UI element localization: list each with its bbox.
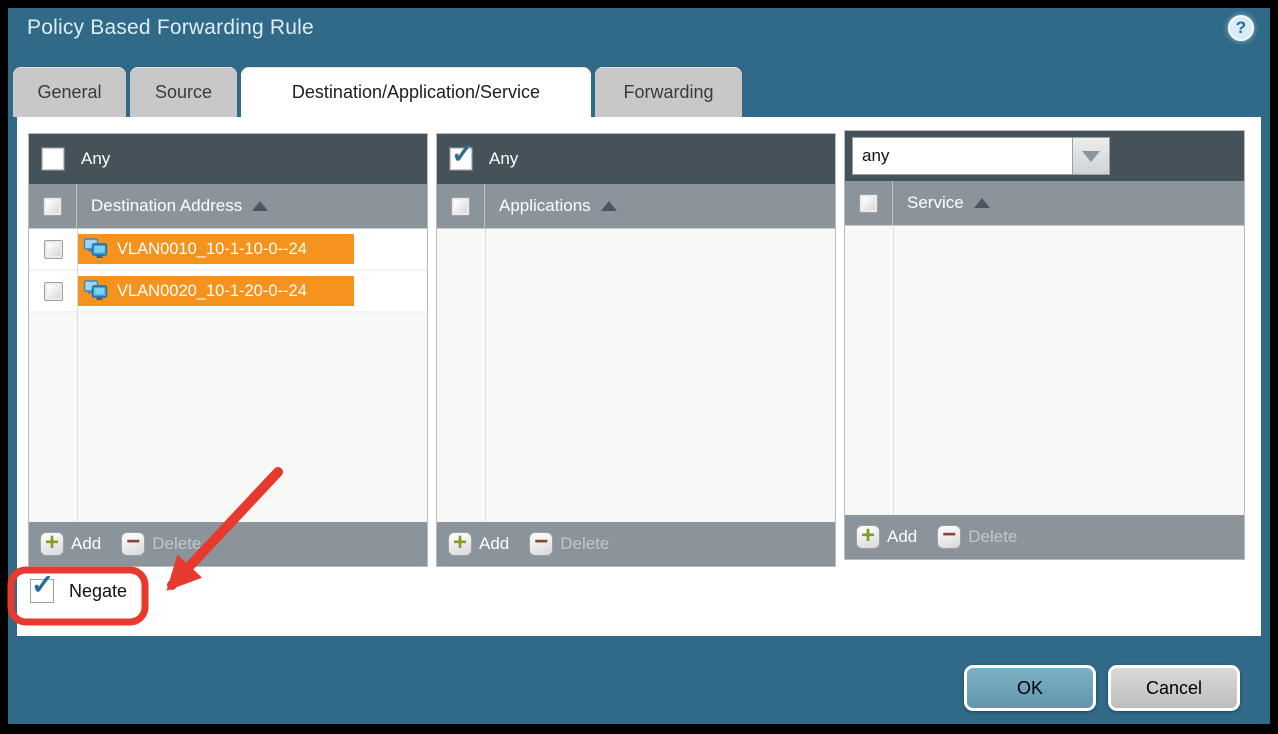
destination-column-label[interactable]: Destination Address xyxy=(91,196,242,216)
destination-toolbar: + Add − Delete xyxy=(29,522,427,566)
sort-ascending-icon[interactable] xyxy=(252,201,268,211)
cancel-button-label: Cancel xyxy=(1146,678,1202,699)
tab-forwarding-label: Forwarding xyxy=(623,82,713,103)
address-group-icon xyxy=(83,280,109,302)
help-icon-glyph: ? xyxy=(1236,18,1246,38)
add-button[interactable]: + Add xyxy=(448,532,509,556)
negate-option: ✓ Negate xyxy=(30,579,127,603)
tab-bar: General Source Destination/Application/S… xyxy=(13,67,742,117)
destination-any-checkbox[interactable]: ✓ xyxy=(42,148,64,170)
service-dropdown-input[interactable] xyxy=(852,137,1072,175)
service-column-header: Service xyxy=(845,181,1244,226)
applications-select-all-checkbox[interactable] xyxy=(451,197,470,216)
applications-panel: ✓ Any Applications + Add − Delete xyxy=(436,133,836,567)
address-object-label: VLAN0010_10-1-10-0--24 xyxy=(117,240,307,259)
destination-select-all-checkbox[interactable] xyxy=(43,197,62,216)
add-button-label: Add xyxy=(887,527,917,547)
destination-address-panel: ✓ Any Destination Address xyxy=(28,133,428,567)
applications-column-header: Applications xyxy=(437,184,835,229)
row-checkbox[interactable] xyxy=(44,282,63,301)
destination-any-bar: ✓ Any xyxy=(29,134,427,184)
help-icon[interactable]: ? xyxy=(1228,15,1254,41)
ok-button[interactable]: OK xyxy=(964,665,1096,711)
applications-any-label: Any xyxy=(489,149,518,169)
tab-source-label: Source xyxy=(155,82,212,103)
applications-any-bar: ✓ Any xyxy=(437,134,835,184)
service-dropdown xyxy=(852,137,1110,175)
service-toolbar: + Add − Delete xyxy=(845,515,1244,559)
service-any-bar xyxy=(845,131,1244,181)
applications-list-body xyxy=(437,229,835,522)
applications-any-checkbox[interactable]: ✓ xyxy=(450,148,472,170)
chevron-down-icon xyxy=(1082,151,1100,162)
minus-icon: − xyxy=(121,532,145,556)
cancel-button[interactable]: Cancel xyxy=(1108,665,1240,711)
tab-content-area: ✓ Any Destination Address xyxy=(17,117,1261,636)
applications-toolbar: + Add − Delete xyxy=(437,522,835,566)
plus-icon: + xyxy=(856,525,880,549)
destination-any-label: Any xyxy=(81,149,110,169)
negate-checkbox[interactable]: ✓ xyxy=(30,579,54,603)
add-button-label: Add xyxy=(71,534,101,554)
delete-button[interactable]: − Delete xyxy=(937,525,1017,549)
tab-general[interactable]: General xyxy=(13,67,126,117)
sort-ascending-icon[interactable] xyxy=(601,201,617,211)
add-button[interactable]: + Add xyxy=(40,532,101,556)
add-button-label: Add xyxy=(479,534,509,554)
delete-button-label: Delete xyxy=(968,527,1017,547)
applications-column-label[interactable]: Applications xyxy=(499,196,591,216)
service-column-label[interactable]: Service xyxy=(907,193,964,213)
service-panel: Service + Add − Delete xyxy=(844,130,1245,560)
address-object-chip[interactable]: VLAN0020_10-1-20-0--24 xyxy=(77,276,354,306)
plus-icon: + xyxy=(448,532,472,556)
destination-column-header: Destination Address xyxy=(29,184,427,229)
tab-destination-label: Destination/Application/Service xyxy=(292,82,540,103)
delete-button-label: Delete xyxy=(560,534,609,554)
add-button[interactable]: + Add xyxy=(856,525,917,549)
minus-icon: − xyxy=(529,532,553,556)
service-select-all-checkbox[interactable] xyxy=(859,194,878,213)
minus-icon: − xyxy=(937,525,961,549)
destination-list-body: VLAN0010_10-1-10-0--24 VLAN0020_10-1-20-… xyxy=(29,229,427,522)
address-object-chip[interactable]: VLAN0010_10-1-10-0--24 xyxy=(77,234,354,264)
negate-label: Negate xyxy=(69,581,127,602)
tab-destination-application-service[interactable]: Destination/Application/Service xyxy=(241,67,591,117)
delete-button-label: Delete xyxy=(152,534,201,554)
delete-button[interactable]: − Delete xyxy=(121,532,201,556)
address-object-label: VLAN0020_10-1-20-0--24 xyxy=(117,282,307,301)
delete-button[interactable]: − Delete xyxy=(529,532,609,556)
plus-icon: + xyxy=(40,532,64,556)
table-row[interactable]: VLAN0010_10-1-10-0--24 xyxy=(29,229,427,271)
tab-general-label: General xyxy=(37,82,101,103)
tab-forwarding[interactable]: Forwarding xyxy=(595,67,742,117)
tab-source[interactable]: Source xyxy=(130,67,237,117)
table-row[interactable]: VLAN0020_10-1-20-0--24 xyxy=(29,271,427,313)
sort-ascending-icon[interactable] xyxy=(974,198,990,208)
ok-button-label: OK xyxy=(1017,678,1043,699)
row-checkbox[interactable] xyxy=(44,240,63,259)
dialog-title: Policy Based Forwarding Rule xyxy=(27,16,314,40)
service-dropdown-button[interactable] xyxy=(1072,137,1110,175)
service-list-body xyxy=(845,226,1244,515)
address-group-icon xyxy=(83,238,109,260)
